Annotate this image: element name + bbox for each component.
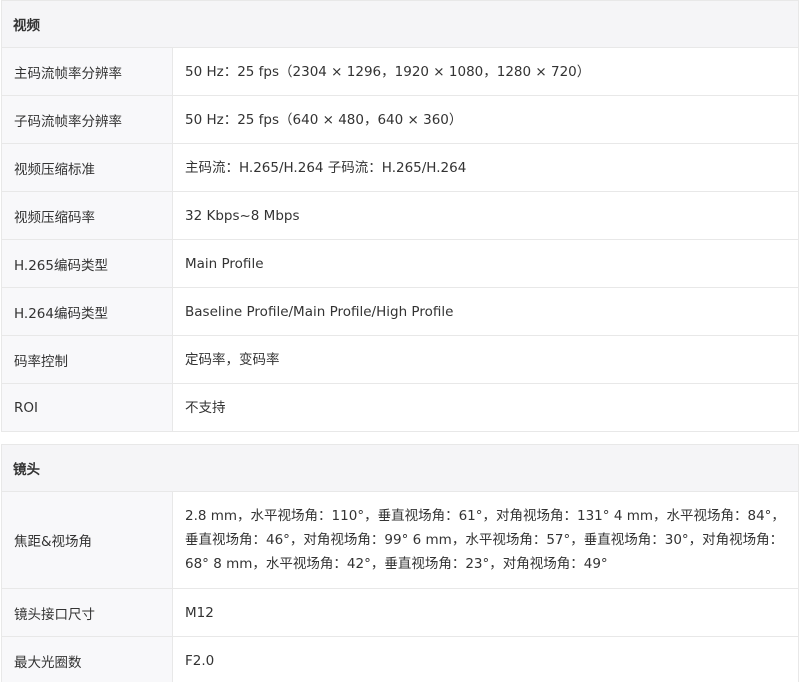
row-value: 2.8 mm，水平视场角：110°，垂直视场角：61°，对角视场角：131° 4… <box>185 508 785 572</box>
row-value: 32 Kbps~8 Mbps <box>185 207 300 224</box>
table-row: H.265编码类型 Main Profile <box>2 240 798 288</box>
lens-section: 镜头 焦距&视场角 2.8 mm，水平视场角：110°，垂直视场角：61°，对角… <box>1 444 799 682</box>
row-label: H.265编码类型 <box>2 240 173 287</box>
table-row: 视频压缩标准 主码流：H.265/H.264 子码流：H.265/H.264 <box>2 144 798 192</box>
row-value: Baseline Profile/Main Profile/High Profi… <box>185 303 454 320</box>
table-row: 最大光圈数 F2.0 <box>2 637 798 682</box>
row-label: 视频压缩标准 <box>2 144 173 191</box>
row-value: M12 <box>185 604 214 621</box>
table-row: 码率控制 定码率，变码率 <box>2 336 798 384</box>
row-label: 镜头接口尺寸 <box>2 589 173 636</box>
row-value: 不支持 <box>185 399 226 416</box>
row-value: 主码流：H.265/H.264 子码流：H.265/H.264 <box>185 159 467 176</box>
row-label: 视频压缩码率 <box>2 192 173 239</box>
row-value: 50 Hz：25 fps（2304 × 1296，1920 × 1080，128… <box>185 63 591 80</box>
row-label: 码率控制 <box>2 336 173 383</box>
table-row: 焦距&视场角 2.8 mm，水平视场角：110°，垂直视场角：61°，对角视场角… <box>2 492 798 589</box>
row-value: Main Profile <box>185 255 264 272</box>
row-value: F2.0 <box>185 652 215 669</box>
row-label: 主码流帧率分辨率 <box>2 48 173 95</box>
table-row: 子码流帧率分辨率 50 Hz：25 fps（640 × 480，640 × 36… <box>2 96 798 144</box>
row-label: ROI <box>2 384 173 431</box>
row-label: 最大光圈数 <box>2 637 173 682</box>
video-section: 视频 主码流帧率分辨率 50 Hz：25 fps（2304 × 1296，192… <box>1 0 799 432</box>
table-row: 主码流帧率分辨率 50 Hz：25 fps（2304 × 1296，1920 ×… <box>2 48 798 96</box>
table-row: H.264编码类型 Baseline Profile/Main Profile/… <box>2 288 798 336</box>
row-value: 定码率，变码率 <box>185 351 280 368</box>
row-label: 焦距&视场角 <box>2 492 173 588</box>
table-row: 镜头接口尺寸 M12 <box>2 589 798 637</box>
spec-page: 视频 主码流帧率分辨率 50 Hz：25 fps（2304 × 1296，192… <box>0 0 802 682</box>
table-row: 视频压缩码率 32 Kbps~8 Mbps <box>2 192 798 240</box>
section-title-video: 视频 <box>2 1 798 48</box>
table-row: ROI 不支持 <box>2 384 798 432</box>
row-label: H.264编码类型 <box>2 288 173 335</box>
row-value: 50 Hz：25 fps（640 × 480，640 × 360） <box>185 111 463 128</box>
row-label: 子码流帧率分辨率 <box>2 96 173 143</box>
section-title-lens: 镜头 <box>2 445 798 492</box>
